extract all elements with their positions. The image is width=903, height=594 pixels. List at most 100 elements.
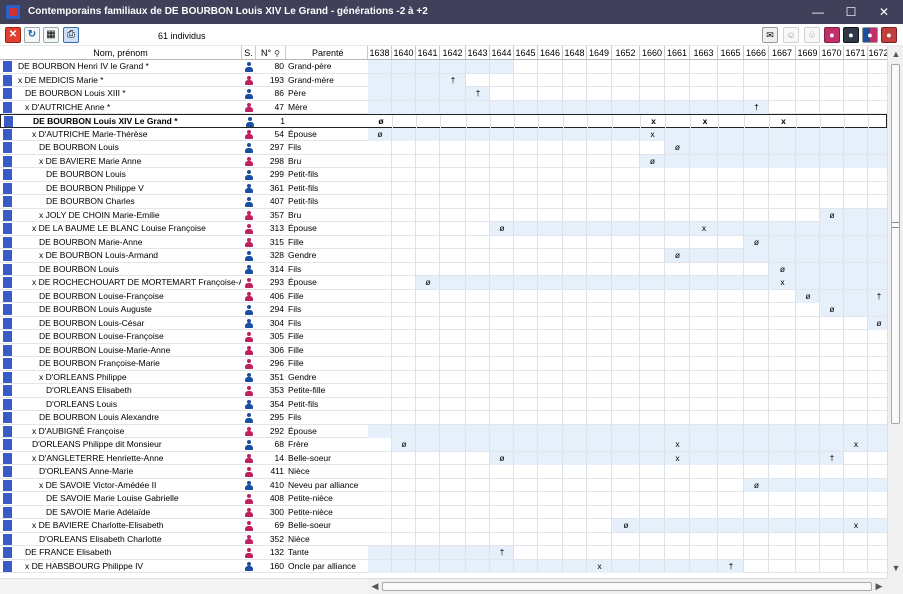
person-name[interactable]: DE BOURBON Louise-Françoise <box>0 290 241 303</box>
person-name[interactable]: x DE BAVIERE Marie Anne <box>0 155 241 168</box>
table-row[interactable]: x D'ORLEANS Philippe 351 Gendre <box>0 370 887 384</box>
table-row[interactable]: x DE LA BAUME LE BLANC Louise Françoise 3… <box>0 222 887 236</box>
table-row[interactable]: DE SAVOIE Marie Adélaïde 300 Petite-nièce <box>0 505 887 519</box>
person-name[interactable]: x D'AUBIGNÉ Françoise <box>0 425 241 438</box>
scroll-left-icon[interactable]: ◀ <box>369 580 381 592</box>
year-header[interactable]: 1660 <box>640 46 665 59</box>
table-row[interactable]: x DE BAVIERE Marie Anne 298 Bru ø <box>0 154 887 168</box>
table-row[interactable]: D'ORLEANS Louis 354 Petit-fils <box>0 397 887 411</box>
person-name[interactable]: DE BOURBON Françoise-Marie <box>0 357 241 370</box>
table-row[interactable]: x DE BAVIERE Charlotte-Elisabeth 69 Belle-… <box>0 519 887 533</box>
scroll-up-icon[interactable]: ▲ <box>890 48 902 60</box>
table-row[interactable]: DE BOURBON Louis Alexandre 295 Fils <box>0 411 887 425</box>
table-row[interactable]: DE BOURBON Louis 299 Petit-fils <box>0 168 887 182</box>
year-header[interactable]: 1670 <box>820 46 844 59</box>
table-row[interactable]: DE BOURBON Louis Auguste 294 Fils ø <box>0 303 887 317</box>
grid-options-icon[interactable]: ▦ <box>43 27 59 43</box>
person-name[interactable]: x DE HABSBOURG Philippe IV <box>0 560 241 573</box>
vertical-scroll-thumb[interactable] <box>891 64 900 424</box>
table-row[interactable]: DE BOURBON Louise-Françoise 406 Fille ø † <box>0 289 887 303</box>
year-header[interactable]: 1645 <box>514 46 538 59</box>
year-header[interactable]: 1641 <box>416 46 440 59</box>
year-header[interactable]: 1644 <box>490 46 514 59</box>
female-filter-icon[interactable]: ● <box>824 27 840 43</box>
person-name[interactable]: DE BOURBON Louis Auguste <box>0 303 241 316</box>
year-header[interactable]: 1665 <box>718 46 744 59</box>
table-row[interactable]: DE BOURBON Louis XIII * 86 Père † <box>0 87 887 101</box>
person-name[interactable]: D'ORLEANS Philippe dit Monsieur <box>0 438 241 451</box>
year-header[interactable]: 1638 <box>368 46 392 59</box>
person-name[interactable]: DE BOURBON Louis <box>0 141 241 154</box>
horizontal-scrollbar[interactable]: ◀ ▶ <box>368 578 887 594</box>
export-icon[interactable]: ✉ <box>762 27 778 43</box>
table-row[interactable]: x DE ROCHECHOUART DE MORTEMART Françoise… <box>0 276 887 290</box>
table-row[interactable]: x JOLY DE CHOIN Marie-Emilie 357 Bru ø <box>0 208 887 222</box>
person-icon[interactable]: ☺ <box>783 27 799 43</box>
table-row[interactable]: DE BOURBON Charles 407 Petit-fils <box>0 195 887 209</box>
maximize-icon[interactable]: ☐ <box>834 0 868 24</box>
couple-filter-icon[interactable]: ● <box>843 27 859 43</box>
horizontal-scroll-thumb[interactable] <box>382 582 872 591</box>
person-name[interactable]: x DE BAVIERE Charlotte-Elisabeth <box>0 519 241 532</box>
person-name[interactable]: DE BOURBON Louis XIV Le Grand * <box>1 115 242 128</box>
mixed-filter-icon[interactable]: ● <box>862 27 878 43</box>
table-row[interactable]: DE BOURBON Louise-Françoise 305 Fille <box>0 330 887 344</box>
column-number[interactable]: N° ⚲ <box>256 46 286 59</box>
year-header[interactable]: 1652 <box>612 46 640 59</box>
column-relation[interactable]: Parenté <box>286 46 368 59</box>
person-name[interactable]: DE BOURBON Charles <box>0 195 241 208</box>
person-name[interactable]: DE BOURBON Henri IV le Grand * <box>0 60 241 73</box>
year-header[interactable]: 1661 <box>665 46 690 59</box>
gallery-icon[interactable]: ● <box>881 27 897 43</box>
table-row[interactable]: DE BOURBON Françoise-Marie 296 Fille <box>0 357 887 371</box>
year-header[interactable]: 1643 <box>466 46 490 59</box>
person-name[interactable]: DE SAVOIE Marie Louise Gabrielle <box>0 492 241 505</box>
table-row[interactable]: DE BOURBON Philippe V 361 Petit-fils <box>0 181 887 195</box>
table-row[interactable]: DE SAVOIE Marie Louise Gabrielle 408 Petit… <box>0 492 887 506</box>
year-header[interactable]: 1640 <box>392 46 416 59</box>
person-name[interactable]: DE BOURBON Louis Alexandre <box>0 411 241 424</box>
table-row[interactable]: DE BOURBON Louis-César 304 Fils ø <box>0 316 887 330</box>
person-name[interactable]: DE SAVOIE Marie Adélaïde <box>0 506 241 519</box>
person-name[interactable]: x DE MEDICIS Marie * <box>0 74 241 87</box>
table-row[interactable]: x DE MEDICIS Marie * 193 Grand-mère † <box>0 73 887 87</box>
person-name[interactable]: DE FRANCE Elisabeth <box>0 546 241 559</box>
person-name[interactable]: x D'AUTRICHE Anne * <box>0 101 241 114</box>
person-name[interactable]: x D'ORLEANS Philippe <box>0 371 241 384</box>
person-name[interactable]: x DE LA BAUME LE BLANC Louise Françoise <box>0 222 241 235</box>
person-name[interactable]: x DE ROCHECHOUART DE MORTEMART Françoise… <box>0 276 241 289</box>
scroll-right-icon[interactable]: ▶ <box>873 580 885 592</box>
table-row[interactable]: DE BOURBON Marie-Anne 315 Fille ø <box>0 235 887 249</box>
minimize-icon[interactable]: — <box>801 0 835 24</box>
person-name[interactable]: DE BOURBON Louis <box>0 263 241 276</box>
table-row[interactable]: DE FRANCE Elisabeth 132 Tante † <box>0 546 887 560</box>
column-name[interactable]: Nom, prénom <box>0 46 242 59</box>
person-name[interactable]: DE BOURBON Philippe V <box>0 182 241 195</box>
person-name[interactable]: DE BOURBON Louise-Marie-Anne <box>0 344 241 357</box>
person-name[interactable]: DE BOURBON Louis <box>0 168 241 181</box>
scroll-down-icon[interactable]: ▼ <box>890 562 902 574</box>
person-name[interactable]: x DE BOURBON Louis-Armand <box>0 249 241 262</box>
year-header[interactable]: 1672 <box>868 46 887 59</box>
refresh-icon[interactable]: ↻ <box>24 27 40 43</box>
table-row[interactable]: D'ORLEANS Philippe dit Monsieur 68 Frère ø x… <box>0 438 887 452</box>
table-row[interactable]: D'ORLEANS Elisabeth 353 Petite-fille <box>0 384 887 398</box>
table-row[interactable]: DE BOURBON Henri IV le Grand * 80 Grand-pè… <box>0 60 887 74</box>
table-row-current[interactable]: DE BOURBON Louis XIV Le Grand * 1 ø x x x <box>0 114 887 128</box>
magnifier-icon[interactable]: ⚲ <box>274 47 280 59</box>
person-name[interactable]: DE BOURBON Louis-César <box>0 317 241 330</box>
close-icon[interactable]: ✕ <box>867 0 901 24</box>
person-name[interactable]: x D'AUTRICHE Marie-Thérèse <box>0 128 241 141</box>
table-row[interactable]: DE BOURBON Louis 314 Fils ø <box>0 262 887 276</box>
column-sex[interactable]: S. <box>242 46 256 59</box>
table-row[interactable]: x DE SAVOIE Victor-Amédée II 410 Neveu par… <box>0 478 887 492</box>
person-name[interactable]: DE BOURBON Louis XIII * <box>0 87 241 100</box>
table-row[interactable]: x DE BOURBON Louis-Armand 328 Gendre ø <box>0 249 887 263</box>
person-name[interactable]: x D'ANGLETERRE Henriette-Anne <box>0 452 241 465</box>
person-name[interactable]: DE BOURBON Marie-Anne <box>0 236 241 249</box>
table-row[interactable]: x D'AUTRICHE Anne * 47 Mère † <box>0 100 887 114</box>
table-row[interactable]: x D'AUBIGNÉ Françoise 292 Épouse <box>0 424 887 438</box>
year-header[interactable]: 1669 <box>796 46 820 59</box>
year-header[interactable]: 1671 <box>844 46 868 59</box>
family-icon[interactable]: ♧ <box>804 27 820 43</box>
